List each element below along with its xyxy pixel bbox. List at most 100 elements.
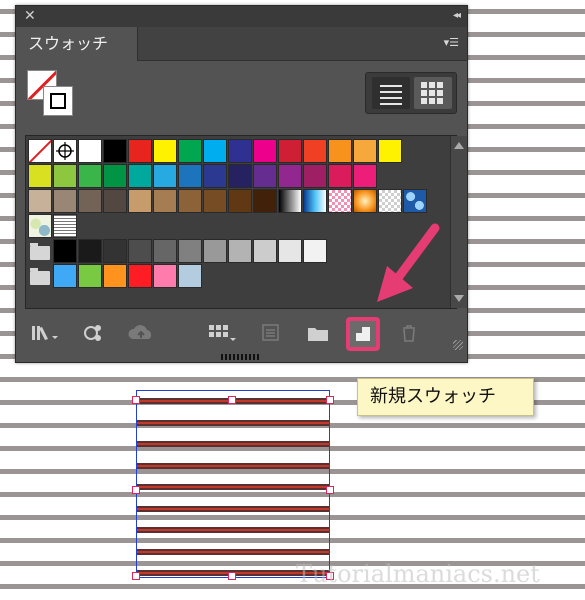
new-color-group-icon[interactable]	[306, 323, 330, 343]
color-swatch[interactable]	[53, 239, 77, 263]
view-toggle	[365, 72, 457, 114]
color-swatch[interactable]	[78, 239, 102, 263]
color-swatch[interactable]	[228, 239, 252, 263]
handle-bottom-left[interactable]	[132, 572, 140, 580]
color-swatch[interactable]	[303, 139, 327, 163]
color-swatch[interactable]	[228, 189, 252, 213]
color-swatch[interactable]	[153, 239, 177, 263]
new-swatch-button[interactable]	[346, 317, 380, 351]
color-swatch[interactable]	[103, 139, 127, 163]
delete-swatch-icon[interactable]	[398, 322, 420, 344]
color-swatch[interactable]	[128, 139, 152, 163]
color-swatch[interactable]	[378, 139, 402, 163]
color-swatch[interactable]	[303, 239, 327, 263]
panel-drag-handle[interactable]	[221, 354, 261, 360]
stroke-swatch[interactable]	[43, 86, 73, 116]
selection-bounding-box	[136, 390, 330, 578]
pattern-check-swatch[interactable]	[378, 189, 402, 213]
color-swatch[interactable]	[128, 264, 152, 288]
color-swatch[interactable]	[203, 239, 227, 263]
color-swatch[interactable]	[78, 189, 102, 213]
color-swatch[interactable]	[203, 189, 227, 213]
handle-middle-left[interactable]	[132, 486, 140, 494]
color-swatch[interactable]	[28, 164, 52, 188]
swatch-scrollbar[interactable]	[450, 136, 467, 308]
show-swatch-kinds-icon[interactable]	[82, 322, 106, 344]
color-swatch[interactable]	[153, 139, 177, 163]
color-swatch[interactable]	[253, 164, 277, 188]
cloud-icon[interactable]	[126, 322, 158, 344]
list-view-button[interactable]	[372, 77, 410, 109]
tab-swatches[interactable]: スウォッチ	[16, 27, 138, 61]
pattern-blue-swatch[interactable]	[403, 189, 427, 213]
close-icon[interactable]: ✕	[24, 8, 36, 24]
panel-bottom-toolbar	[16, 314, 467, 354]
color-swatch[interactable]	[103, 189, 127, 213]
color-swatch[interactable]	[153, 264, 177, 288]
color-swatch[interactable]	[303, 164, 327, 188]
color-swatch[interactable]	[203, 164, 227, 188]
pattern-foliage-swatch[interactable]	[28, 214, 52, 238]
color-swatch[interactable]	[128, 164, 152, 188]
color-swatch[interactable]	[328, 139, 352, 163]
color-swatch[interactable]	[78, 264, 102, 288]
panel-menu-icon[interactable]: ▾☰	[444, 37, 459, 49]
collapse-panel-icon[interactable]: ◂◂	[453, 9, 461, 23]
handle-bottom-center[interactable]	[228, 572, 236, 580]
color-swatch[interactable]	[153, 164, 177, 188]
color-swatch[interactable]	[28, 189, 52, 213]
color-swatch[interactable]	[228, 164, 252, 188]
handle-middle-right[interactable]	[326, 486, 334, 494]
registration-swatch[interactable]	[53, 139, 77, 163]
color-swatch[interactable]	[103, 239, 127, 263]
handle-top-center[interactable]	[228, 396, 236, 404]
color-swatch[interactable]	[178, 264, 202, 288]
color-swatch[interactable]	[278, 164, 302, 188]
color-swatch[interactable]	[178, 139, 202, 163]
color-group-folder-icon[interactable]	[30, 268, 50, 285]
swatch-libraries-menu-icon[interactable]	[30, 322, 64, 344]
color-swatch[interactable]	[78, 164, 102, 188]
color-swatch[interactable]	[353, 164, 377, 188]
thumbnail-view-button[interactable]	[414, 77, 452, 109]
color-swatch[interactable]	[328, 164, 352, 188]
color-swatch[interactable]	[253, 139, 277, 163]
color-swatch[interactable]	[78, 139, 102, 163]
gradient-bw-swatch[interactable]	[278, 189, 302, 213]
color-swatch[interactable]	[203, 139, 227, 163]
color-swatch[interactable]	[228, 139, 252, 163]
color-swatch[interactable]	[353, 139, 377, 163]
scroll-up-icon[interactable]	[454, 142, 464, 149]
color-group-folder-icon[interactable]	[30, 243, 50, 260]
gradient-blue-swatch[interactable]	[303, 189, 327, 213]
color-swatch[interactable]	[128, 239, 152, 263]
resize-grip-icon[interactable]	[453, 340, 463, 350]
color-swatch[interactable]	[253, 239, 277, 263]
watermark: Tutorialmaniacs.net	[296, 560, 540, 588]
color-swatch[interactable]	[53, 164, 77, 188]
pattern-lines-swatch[interactable]	[53, 214, 77, 238]
color-swatch[interactable]	[53, 264, 77, 288]
color-swatch[interactable]	[103, 164, 127, 188]
color-swatch[interactable]	[153, 189, 177, 213]
handle-top-right[interactable]	[326, 396, 334, 404]
none-swatch[interactable]	[28, 139, 52, 163]
new-swatch-tooltip: 新規スウォッチ	[357, 378, 534, 416]
gradient-orange-swatch[interactable]	[353, 189, 377, 213]
color-swatch[interactable]	[178, 239, 202, 263]
swatch-list-icon[interactable]	[260, 322, 282, 344]
color-swatch[interactable]	[178, 189, 202, 213]
color-swatch[interactable]	[103, 264, 127, 288]
panel-tab-bar: スウォッチ ▾☰	[16, 27, 467, 61]
color-swatch[interactable]	[178, 164, 202, 188]
color-swatch[interactable]	[278, 139, 302, 163]
fill-stroke-indicator[interactable]	[27, 70, 75, 118]
pattern-pink-swatch[interactable]	[328, 189, 352, 213]
swatch-options-icon[interactable]	[206, 322, 238, 344]
color-swatch[interactable]	[128, 189, 152, 213]
handle-top-left[interactable]	[132, 396, 140, 404]
scroll-down-icon[interactable]	[454, 295, 464, 302]
color-swatch[interactable]	[53, 189, 77, 213]
color-swatch[interactable]	[253, 189, 277, 213]
color-swatch[interactable]	[278, 239, 302, 263]
